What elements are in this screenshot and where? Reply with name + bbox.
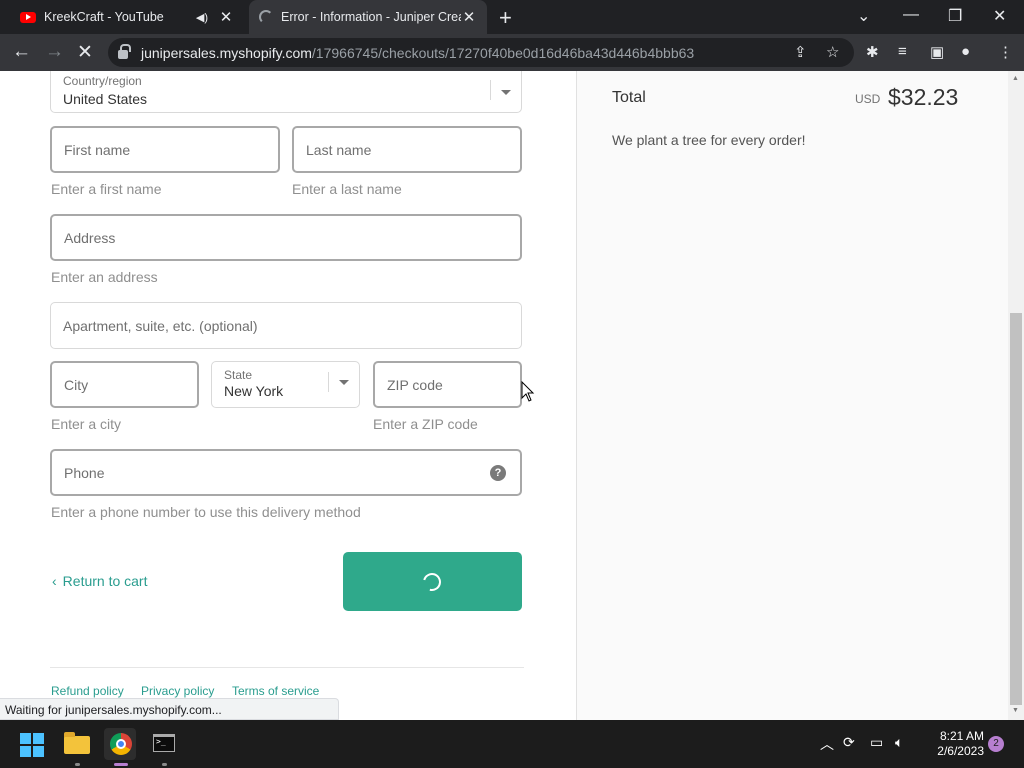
last-name-placeholder: Last name	[306, 141, 372, 158]
media-control-icon[interactable]: ≡	[898, 43, 907, 60]
menu-icon[interactable]: ⋮	[998, 43, 1013, 61]
scroll-down-icon[interactable]: ▼	[1012, 707, 1019, 714]
chevron-left-icon: ‹	[52, 573, 57, 589]
windows-taskbar: ︿ ⟳ ▭ 🔈︎ 8:21 AM 2/6/2023 2	[0, 720, 1024, 768]
loading-spinner-icon	[419, 569, 445, 595]
active-indicator	[114, 763, 128, 766]
notification-badge[interactable]: 2	[988, 736, 1004, 752]
forward-icon[interactable]: →	[45, 41, 64, 63]
chevron-down-icon	[339, 380, 349, 385]
url-path: /17966745/checkouts/17270f40be0d16d46ba4…	[311, 44, 695, 61]
first-name-field[interactable]: First name	[50, 126, 280, 173]
city-error: Enter a city	[51, 416, 122, 432]
time: 8:21 AM	[939, 729, 984, 743]
footer-divider	[50, 667, 524, 668]
sync-icon[interactable]: ⟳	[843, 734, 855, 751]
select-divider	[490, 80, 491, 100]
lock-icon[interactable]	[118, 44, 131, 59]
country-value: United States	[63, 91, 148, 107]
continue-button[interactable]	[343, 552, 522, 611]
total-label: Total	[612, 89, 646, 106]
date: 2/6/2023	[937, 744, 984, 758]
start-icon[interactable]	[20, 733, 44, 757]
state-label: State	[224, 368, 253, 382]
chrome-icon[interactable]	[110, 733, 132, 755]
address-field[interactable]: Address	[50, 214, 522, 261]
city-placeholder: City	[64, 376, 89, 393]
tab-title: KreekCraft - YouTube	[44, 10, 164, 24]
mouse-cursor-icon	[521, 381, 535, 402]
refund-policy-link[interactable]: Refund policy	[51, 684, 124, 698]
first-name-error: Enter a first name	[51, 181, 162, 197]
scroll-up-icon[interactable]: ▲	[1012, 75, 1019, 82]
new-tab-icon[interactable]: +	[499, 5, 512, 31]
last-name-error: Enter a last name	[292, 181, 402, 197]
running-indicator	[75, 763, 80, 766]
return-to-cart-label: Return to cart	[62, 573, 148, 589]
city-field[interactable]: City	[50, 361, 199, 408]
address-placeholder: Address	[64, 229, 116, 246]
phone-field[interactable]: Phone ?	[50, 449, 522, 496]
file-explorer-icon[interactable]	[64, 732, 90, 754]
volume-icon[interactable]: 🔈︎	[895, 734, 903, 751]
privacy-policy-link[interactable]: Privacy policy	[141, 684, 214, 698]
side-panel-icon[interactable]: ▣	[930, 43, 944, 61]
tab-search-icon[interactable]: ⌄	[857, 6, 870, 26]
terminal-icon[interactable]	[153, 734, 175, 752]
return-to-cart-link[interactable]: ‹ Return to cart	[52, 573, 148, 589]
address-error: Enter an address	[51, 269, 158, 285]
url-host: junipersales.myshopify.com	[141, 44, 312, 61]
total-amount: $32.23	[888, 84, 959, 110]
country-select[interactable]: Country/region United States	[50, 71, 522, 113]
zip-error: Enter a ZIP code	[373, 416, 478, 432]
zip-placeholder: ZIP code	[387, 376, 443, 393]
help-icon[interactable]: ?	[490, 465, 506, 481]
currency-code: USD	[855, 92, 881, 106]
apartment-placeholder: Apartment, suite, etc. (optional)	[63, 317, 258, 334]
back-icon[interactable]: ←	[12, 41, 31, 63]
browser-toolbar: ← → ✕ junipersales.myshopify.com/1796674…	[0, 34, 1024, 71]
close-tab-icon[interactable]: ✕	[461, 8, 477, 26]
zip-field[interactable]: ZIP code	[373, 361, 522, 408]
first-name-placeholder: First name	[64, 141, 131, 158]
phone-placeholder: Phone	[64, 464, 105, 481]
close-tab-icon[interactable]: ✕	[218, 8, 234, 26]
select-divider	[328, 372, 329, 392]
checkout-page: Country/region United States First name …	[0, 71, 1024, 720]
tab-checkout[interactable]: Error - Information - Juniper Crea ✕	[249, 0, 487, 34]
country-label: Country/region	[63, 74, 142, 88]
restore-icon[interactable]: ❐	[948, 6, 962, 26]
share-icon[interactable]: ⇪	[794, 43, 807, 61]
tab-youtube[interactable]: KreekCraft - YouTube ◀) ✕	[10, 0, 244, 34]
close-window-icon[interactable]: ✕	[993, 6, 1006, 26]
status-bubble: Waiting for junipersales.myshopify.com..…	[0, 698, 339, 720]
tab-title: Error - Information - Juniper Crea	[281, 10, 461, 24]
youtube-icon	[20, 11, 36, 23]
last-name-field[interactable]: Last name	[292, 126, 522, 173]
order-summary-pane	[576, 71, 1008, 720]
state-value: New York	[224, 383, 284, 399]
scrollbar-thumb[interactable]	[1010, 313, 1022, 705]
terms-of-service-link[interactable]: Terms of service	[232, 684, 319, 698]
phone-error: Enter a phone number to use this deliver…	[51, 504, 361, 520]
clock[interactable]: 8:21 AM 2/6/2023	[920, 729, 984, 759]
browser-tab-bar: KreekCraft - YouTube ◀) ✕ Error - Inform…	[0, 0, 1024, 34]
minimize-icon[interactable]: —	[903, 6, 919, 24]
apartment-field[interactable]: Apartment, suite, etc. (optional)	[50, 302, 522, 349]
address-bar[interactable]: junipersales.myshopify.com/17966745/chec…	[108, 38, 854, 67]
chevron-down-icon	[501, 90, 511, 95]
loading-spinner-icon	[259, 10, 273, 24]
extensions-icon[interactable]: ✱	[866, 43, 879, 61]
speaker-icon[interactable]: ◀)	[196, 11, 208, 24]
bookmark-star-icon[interactable]: ☆	[826, 43, 839, 61]
state-select[interactable]: State New York	[211, 361, 360, 408]
network-icon[interactable]: ▭	[870, 734, 883, 751]
profile-icon[interactable]: ●	[961, 43, 970, 60]
tree-message: We plant a tree for every order!	[612, 132, 806, 148]
running-indicator	[162, 763, 167, 766]
show-hidden-icons-icon[interactable]: ︿	[820, 734, 834, 754]
stop-loading-icon[interactable]: ✕	[77, 41, 93, 64]
